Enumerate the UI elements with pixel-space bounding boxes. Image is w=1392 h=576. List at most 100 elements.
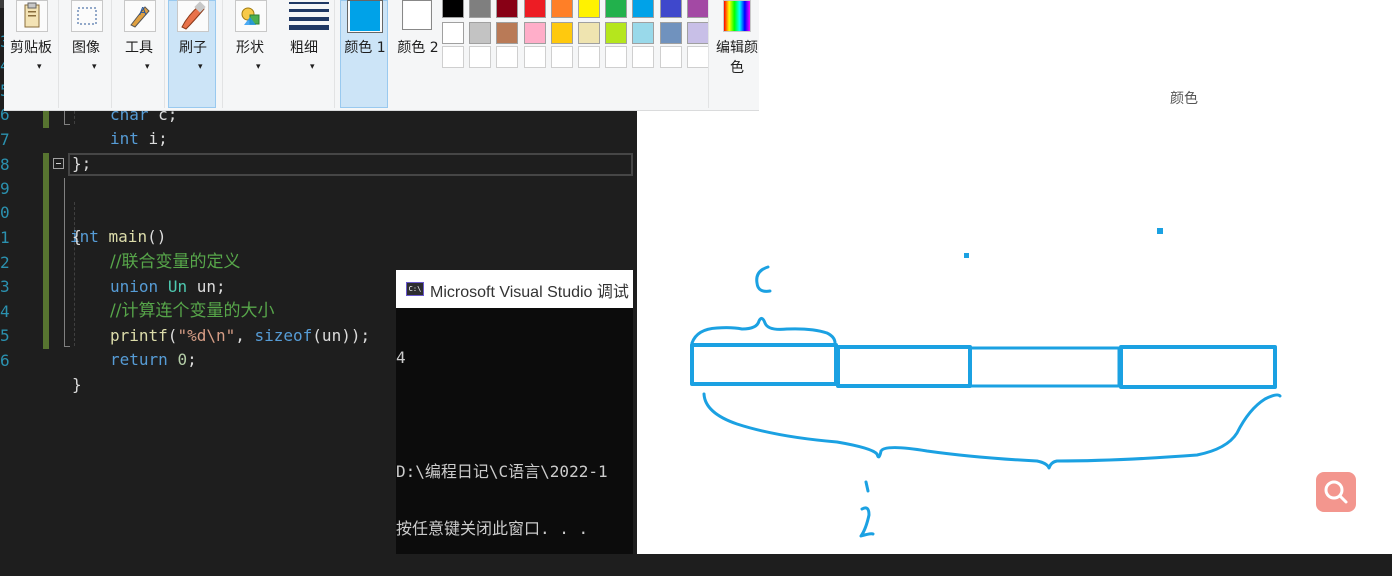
- zoom-search-button[interactable]: [1316, 472, 1356, 512]
- palette-empty-swatch[interactable]: [659, 46, 682, 68]
- palette-color-swatch[interactable]: [632, 22, 655, 44]
- brace: }: [72, 375, 82, 394]
- size-button[interactable]: 粗细 ▾: [280, 0, 329, 108]
- palette-color-swatch[interactable]: [469, 22, 492, 44]
- svg-text:A: A: [139, 5, 147, 18]
- code-line[interactable]: 1 //联合变量的定义: [0, 202, 633, 272]
- ink-dot: [1157, 228, 1163, 234]
- palette-empty-swatch[interactable]: [632, 46, 655, 68]
- chevron-down-icon: ▾: [310, 62, 315, 72]
- code-line[interactable]: 9 int main(): [0, 153, 633, 246]
- edit-colors-label: 编辑颜色: [716, 40, 758, 76]
- palette-empty-swatch[interactable]: [686, 46, 709, 68]
- palette-color-swatch[interactable]: [496, 0, 519, 18]
- pencil-text-icon: A: [124, 0, 156, 32]
- palette-empty-swatch[interactable]: [496, 46, 519, 68]
- palette-color-swatch[interactable]: [496, 22, 519, 44]
- shapes-label: 形状: [236, 40, 264, 56]
- select-icon: [71, 0, 103, 32]
- ink-dot: [964, 253, 969, 258]
- color-spectrum-icon: [723, 0, 751, 32]
- shapes-icon: [235, 0, 267, 32]
- console-line: D:\编程日记\C语言\2022-1: [396, 462, 608, 481]
- palette-empty-swatch[interactable]: [550, 46, 573, 68]
- chevron-down-icon: ▾: [37, 62, 42, 72]
- clipboard-icon: [16, 0, 48, 32]
- image-label: 图像: [72, 40, 100, 56]
- brush-icon: [177, 0, 209, 32]
- palette-color-swatch[interactable]: [469, 0, 492, 18]
- code-line[interactable]: 0 {: [0, 177, 633, 246]
- group-separator: [111, 0, 112, 108]
- byte-box-1: [690, 343, 838, 386]
- clipboard-button[interactable]: 剪贴板 ▾: [7, 0, 55, 108]
- keyword: return: [110, 350, 168, 369]
- chevron-down-icon: ▾: [145, 62, 150, 72]
- palette-color-swatch[interactable]: [686, 0, 709, 18]
- palette-color-swatch[interactable]: [578, 0, 600, 18]
- palette-color-swatch[interactable]: [442, 22, 464, 44]
- shapes-button[interactable]: 形状 ▾: [226, 0, 274, 108]
- chevron-down-icon: ▾: [256, 62, 261, 72]
- palette-color-swatch[interactable]: [523, 22, 546, 44]
- freehand-drawing: [690, 228, 1282, 538]
- color1-label: 颜色 1: [344, 40, 386, 56]
- console-app-icon: C:\: [406, 282, 424, 296]
- semicolon: ;: [187, 350, 197, 369]
- palette-empty-swatch[interactable]: [442, 46, 464, 68]
- color1-button[interactable]: 颜色 1: [340, 0, 388, 108]
- color2-button[interactable]: 颜色 2: [394, 0, 442, 108]
- image-button[interactable]: 图像 ▾: [62, 0, 110, 108]
- console-output: 4 D:\编程日记\C语言\2022-1 按任意键关闭此窗口. . .: [396, 310, 633, 576]
- line-width-icon: [289, 0, 329, 32]
- palette-color-swatch[interactable]: [632, 0, 655, 18]
- palette-color-swatch[interactable]: [523, 0, 546, 18]
- palette-color-swatch[interactable]: [442, 0, 464, 18]
- palette-color-swatch[interactable]: [605, 0, 628, 18]
- palette-color-swatch[interactable]: [659, 22, 682, 44]
- handwritten-i: [859, 506, 875, 538]
- byte-box-4: [1119, 345, 1277, 389]
- palette-color-swatch[interactable]: [550, 0, 573, 18]
- debug-console-window[interactable]: C:\ Microsoft Visual Studio 调试 4 D:\编程日记…: [396, 270, 633, 554]
- group-separator: [708, 0, 709, 108]
- handwritten-i-dot: [864, 480, 870, 493]
- group-separator: [222, 0, 223, 108]
- brushes-label: 刷子: [179, 40, 207, 56]
- palette-empty-swatch[interactable]: [605, 46, 628, 68]
- palette-color-swatch[interactable]: [686, 22, 709, 44]
- drawing-canvas[interactable]: [637, 111, 1392, 554]
- byte-box-3: [968, 346, 1121, 388]
- brushes-button[interactable]: 刷子 ▾: [168, 0, 216, 108]
- group-separator: [58, 0, 59, 108]
- edit-colors-button[interactable]: 编辑颜色: [713, 0, 761, 108]
- console-title-bar[interactable]: C:\ Microsoft Visual Studio 调试: [396, 270, 633, 308]
- tools-button[interactable]: A 工具 ▾: [115, 0, 163, 108]
- palette-color-swatch[interactable]: [578, 22, 600, 44]
- top-brace: [690, 316, 837, 345]
- clipboard-label: 剪贴板: [10, 40, 52, 56]
- paint-ribbon: 剪贴板 ▾ 图像 ▾ A 工具 ▾ 刷子 ▾ 形状 ▾ 粗细 ▾ 颜色 1 颜色…: [4, 0, 759, 111]
- number-literal: 0: [177, 350, 188, 369]
- size-label: 粗细: [290, 40, 318, 56]
- group-separator: [334, 0, 335, 108]
- color2-swatch: [402, 0, 432, 30]
- code-line[interactable]: 8: [0, 129, 633, 174]
- console-line: 按任意键关闭此窗口. . .: [396, 519, 589, 538]
- line-number: 6: [0, 351, 10, 370]
- collapse-icon[interactable]: [53, 158, 64, 169]
- palette-empty-swatch[interactable]: [523, 46, 546, 68]
- bottom-brace: [702, 392, 1282, 470]
- byte-box-2: [836, 345, 972, 388]
- palette-empty-swatch[interactable]: [469, 46, 492, 68]
- chevron-down-icon: ▾: [198, 62, 203, 72]
- search-icon: [1324, 480, 1348, 504]
- palette-color-swatch[interactable]: [605, 22, 628, 44]
- console-title: Microsoft Visual Studio 调试: [430, 284, 629, 301]
- palette-color-swatch[interactable]: [659, 0, 682, 18]
- handwritten-c: [755, 265, 772, 293]
- palette-empty-swatch[interactable]: [578, 46, 600, 68]
- code-line[interactable]: 2 union Un un;: [0, 227, 633, 296]
- palette-color-swatch[interactable]: [550, 22, 573, 44]
